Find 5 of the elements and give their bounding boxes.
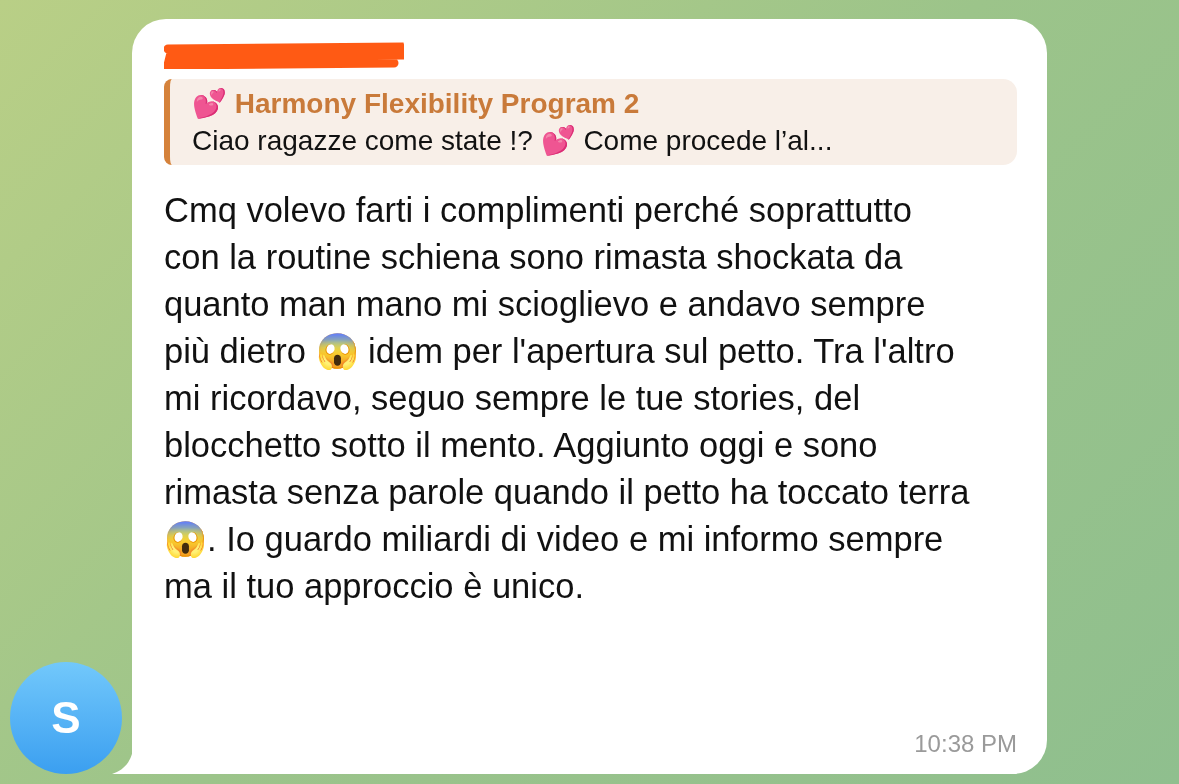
message-text: Cmq volevo farti i complimenti perché soprattutto con la routine schiena sono rimasta shockata da quanto man mano mi scioglievo e andavo sempre più dietro 😱 idem per l'apertura sul petto. Tra l'altro mi ricordavo, seguo sempre le tue stories, del blocchetto sotto il mento. Aggiunto oggi e sono rimasta senza parole quando il petto ha toccato terra 😱. Io guardo miliardi di video e mi informo sempre ma il tuo approccio è unico. [164, 190, 971, 607]
reply-title: 💕 Harmony Flexibility Program 2 [192, 87, 641, 120]
reply-text: Ciao ragazze come state !? 💕 Come procede l’al... [192, 124, 834, 157]
message-time: 10:38 PM [914, 730, 1017, 758]
reply-preview[interactable]: 💕 Harmony Flexibility Program 2 Ciao ragazze come state !? 💕 Come procede l’al... [164, 79, 1017, 165]
